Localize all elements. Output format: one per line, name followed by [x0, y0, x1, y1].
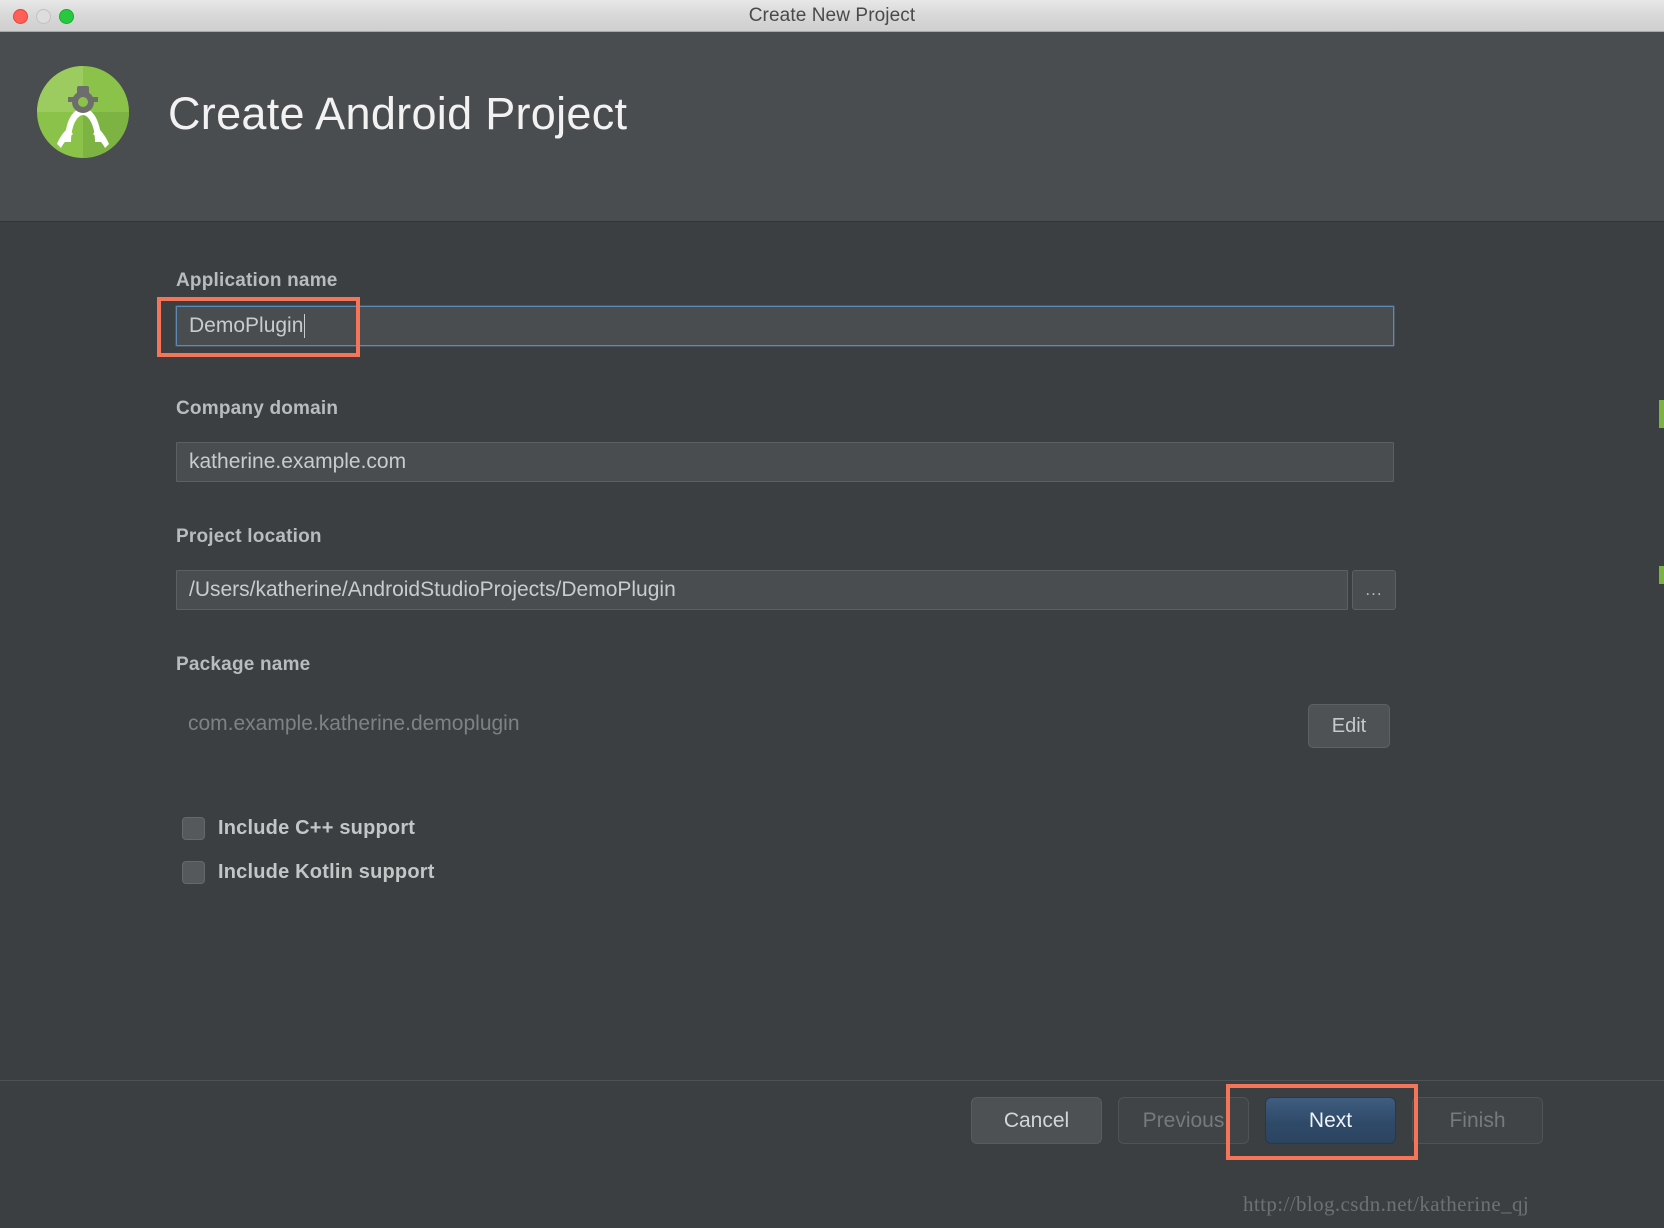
form-area: Application name DemoPlugin Company doma…: [0, 222, 1664, 1080]
application-name-input[interactable]: DemoPlugin: [176, 306, 1394, 346]
company-domain-input[interactable]: katherine.example.com: [176, 442, 1394, 482]
company-domain-value: katherine.example.com: [189, 450, 407, 473]
dialog-header: Create Android Project: [0, 32, 1664, 222]
next-button[interactable]: Next: [1265, 1097, 1396, 1144]
window-titlebar: Create New Project: [0, 0, 1664, 32]
window-controls: [13, 0, 74, 32]
page-title: Create Android Project: [168, 88, 628, 139]
previous-button: Previous: [1118, 1097, 1249, 1144]
edge-artifact-bottom: [1659, 566, 1664, 584]
window-title: Create New Project: [748, 4, 916, 26]
include-kotlin-support-label: Include Kotlin support: [218, 861, 435, 883]
include-kotlin-support-checkbox-row[interactable]: Include Kotlin support: [182, 861, 435, 884]
browse-location-button[interactable]: ...: [1352, 570, 1396, 610]
close-window-icon[interactable]: [13, 8, 28, 24]
text-caret: [304, 314, 306, 338]
edge-artifact-top: [1659, 400, 1664, 428]
include-cpp-support-label: Include C++ support: [218, 817, 416, 839]
project-location-input[interactable]: /Users/katherine/AndroidStudioProjects/D…: [176, 570, 1348, 610]
application-name-label: Application name: [176, 270, 338, 291]
project-location-label: Project location: [176, 526, 322, 547]
minimize-window-icon[interactable]: [36, 8, 51, 24]
include-cpp-support-checkbox-row[interactable]: Include C++ support: [182, 817, 415, 840]
include-kotlin-support-checkbox[interactable]: [182, 861, 205, 884]
application-name-value: DemoPlugin: [189, 314, 304, 337]
android-studio-logo-icon: [35, 64, 131, 160]
maximize-window-icon[interactable]: [59, 8, 74, 24]
cancel-button[interactable]: Cancel: [971, 1097, 1102, 1144]
watermark-url: http://blog.csdn.net/katherine_qj: [1243, 1192, 1530, 1216]
project-location-value: /Users/katherine/AndroidStudioProjects/D…: [189, 578, 676, 601]
create-new-project-dialog: Create New Project Create Android Projec…: [0, 0, 1664, 1228]
package-name-label: Package name: [176, 654, 311, 675]
finish-button: Finish: [1412, 1097, 1543, 1144]
company-domain-label: Company domain: [176, 398, 339, 419]
include-cpp-support-checkbox[interactable]: [182, 817, 205, 840]
edit-package-name-button[interactable]: Edit: [1308, 704, 1390, 748]
package-name-value: com.example.katherine.demoplugin: [188, 712, 520, 735]
